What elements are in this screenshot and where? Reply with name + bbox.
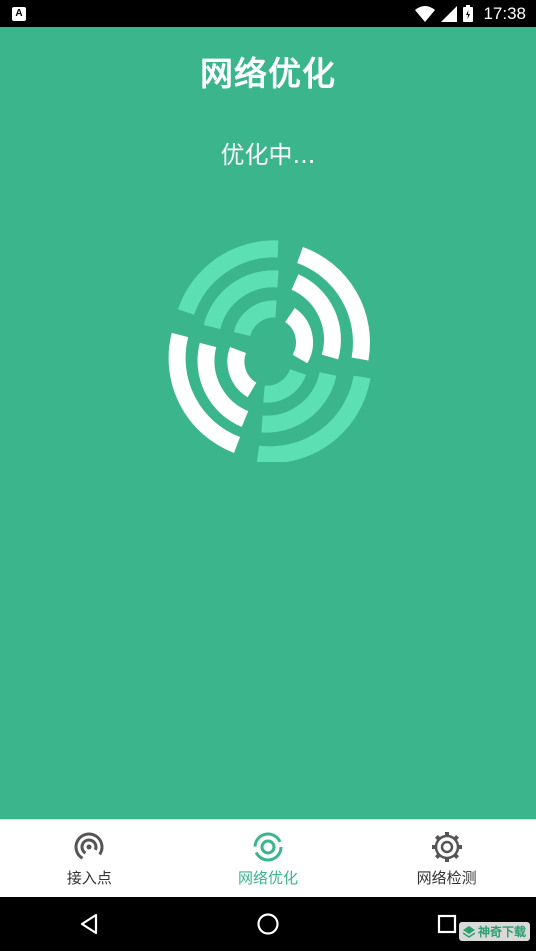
tab-label: 接入点 (66, 868, 112, 887)
status-bar: A 17:38 (0, 0, 536, 27)
optimize-icon (253, 832, 283, 861)
page-title: 网络优化 (200, 54, 336, 93)
watermark: 神奇下载 (458, 922, 530, 941)
radar-inner-arc-white-b (227, 347, 257, 398)
back-button[interactable] (59, 897, 119, 951)
notification-icon: A (12, 6, 26, 21)
gear-icon (431, 831, 462, 862)
tab-network-detect[interactable]: 网络检测 (357, 820, 536, 897)
tab-label: 网络检测 (416, 868, 477, 887)
status-right: 17:38 (415, 4, 526, 24)
back-triangle-icon (81, 913, 98, 935)
optimizing-status: 优化中... (220, 141, 316, 169)
tab-label: 网络优化 (238, 868, 299, 887)
tab-access-point[interactable]: 接入点 (0, 820, 179, 897)
battery-icon (463, 5, 474, 22)
home-button[interactable] (238, 897, 298, 951)
radar-inner-arc-light (233, 300, 277, 337)
wifi-icon (415, 5, 436, 22)
radar-inner-arc-light-b (263, 368, 307, 403)
hotspot-icon (74, 832, 104, 861)
recents-square-icon (437, 914, 456, 934)
bottom-tab-bar: 接入点 网络优化 网络检测 (0, 819, 536, 897)
radar-inner-arc-white (284, 307, 313, 364)
radar-scan-icon (168, 240, 371, 462)
home-circle-icon (257, 913, 279, 935)
status-time: 17:38 (483, 3, 526, 23)
main-content: 网络优化 优化中... (0, 27, 536, 819)
tab-network-optimize[interactable]: 网络优化 (179, 820, 358, 897)
watermark-text: 神奇下载 (477, 925, 526, 939)
signal-icon (441, 5, 458, 22)
status-left: A (12, 6, 26, 21)
navigation-bar: 神奇下载 (0, 897, 536, 951)
watermark-logo-icon (462, 925, 475, 938)
